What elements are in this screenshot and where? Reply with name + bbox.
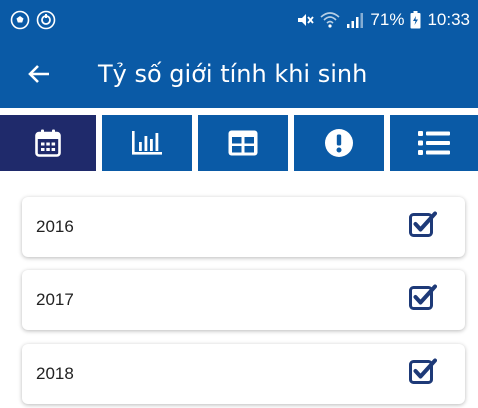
status-right-icons: 71% 10:33 [296,10,470,30]
signal-icon [346,11,364,29]
list-item-year[interactable]: 2018 [22,344,465,404]
status-bar: 71% 10:33 [0,0,478,40]
soccer-ball-icon [10,10,30,30]
tab-bar [0,108,478,177]
year-label: 2016 [36,217,74,236]
checkbox-checked-icon[interactable] [409,358,437,391]
tab-list[interactable] [390,115,478,171]
year-label: 2018 [36,364,74,383]
checkbox-checked-icon[interactable] [409,284,437,317]
tab-table[interactable] [198,115,288,171]
tab-info[interactable] [294,115,384,171]
battery-percent: 71% [370,10,405,29]
app-bar: Tỷ số giới tính khi sinh [0,40,478,108]
year-label: 2017 [36,290,74,309]
status-time: 10:33 [427,10,470,29]
table-icon [228,130,258,156]
list-item-year[interactable]: 2016 [22,197,465,257]
checkbox-checked-icon[interactable] [409,211,437,244]
list-icon [418,130,450,156]
tab-chart[interactable] [102,115,192,171]
mute-icon [296,11,315,29]
sync-circle-icon [36,10,56,30]
bar-chart-icon [131,130,163,156]
wifi-icon [320,11,340,29]
arrow-left-icon [28,64,50,84]
status-left-icons [10,10,56,30]
alert-circle-icon [324,128,354,158]
tab-calendar[interactable] [0,115,96,171]
list-item-year[interactable]: 2017 [22,270,465,330]
page-title: Tỷ số giới tính khi sinh [98,60,368,88]
calendar-icon [35,129,61,157]
battery-icon [410,11,421,29]
back-button[interactable] [0,40,78,108]
